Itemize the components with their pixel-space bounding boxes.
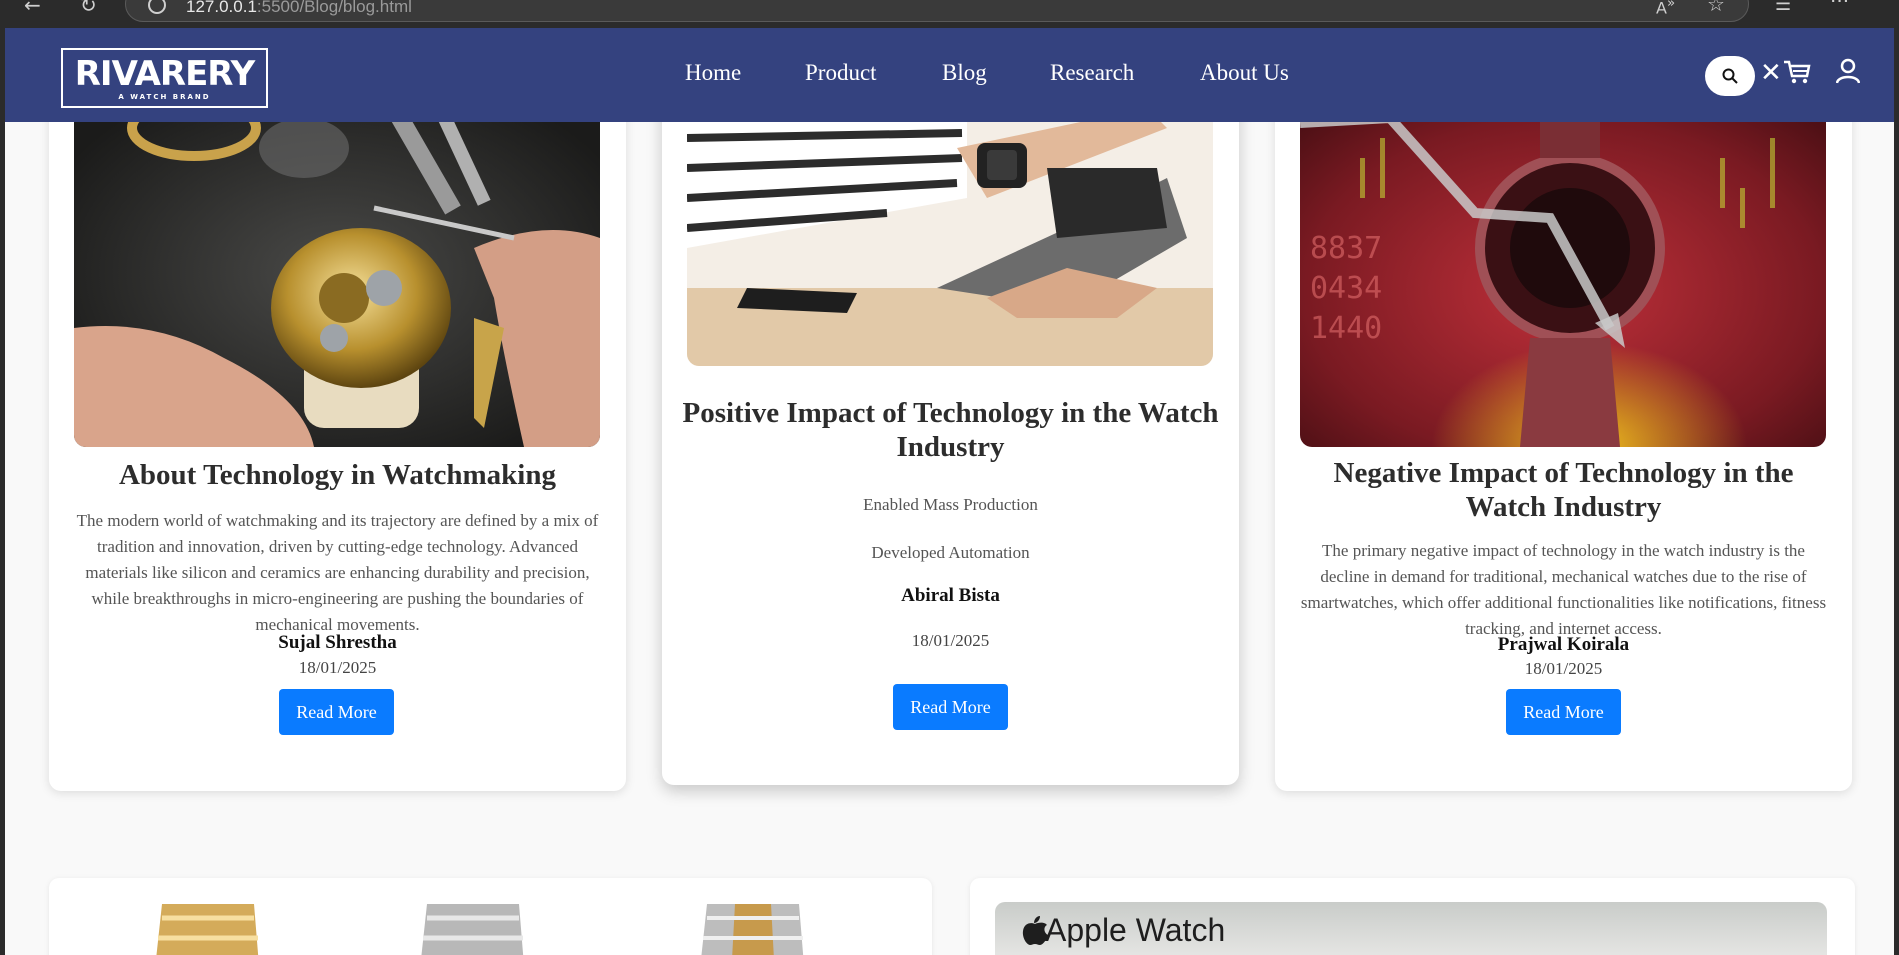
- info-icon[interactable]: [148, 0, 166, 14]
- address-bar[interactable]: 127.0.0.1:5500/Blog/blog.html A» ☆: [125, 0, 1749, 22]
- card-date: 18/01/2025: [298, 658, 377, 677]
- close-icon[interactable]: ✕: [1760, 58, 1782, 88]
- back-arrow-icon[interactable]: ←: [24, 0, 41, 15]
- favorites-icon[interactable]: ☰: [1775, 0, 1791, 14]
- svg-text:8837: 8837: [1310, 231, 1382, 266]
- nav-research[interactable]: Research: [1050, 60, 1134, 86]
- blog-card-positive-impact: Positive Impact of Technology in the Wat…: [662, 88, 1239, 785]
- blog-card-negative-impact: 8837 0434 1440 Negative Impact of Techno…: [1275, 98, 1852, 791]
- search-icon: [1722, 68, 1738, 84]
- more-menu-icon[interactable]: ···: [1830, 0, 1849, 11]
- nav-home[interactable]: Home: [685, 60, 741, 86]
- refresh-icon[interactable]: ↻: [80, 0, 97, 15]
- card-author: Prajwal Koirala: [1497, 634, 1630, 655]
- card-author: Sujal Shrestha: [278, 632, 397, 653]
- url-text: 127.0.0.1:5500/Blog/blog.html: [186, 0, 412, 16]
- cart-icon[interactable]: [1783, 59, 1811, 85]
- card-description: The primary negative impact of technolog…: [1300, 541, 1827, 638]
- card-author: Abiral Bista: [901, 585, 1000, 606]
- card-date: 18/01/2025: [911, 631, 990, 650]
- payment-watch-image: [687, 88, 1213, 366]
- star-icon[interactable]: ☆: [1707, 0, 1725, 14]
- nav-blog[interactable]: Blog: [942, 60, 987, 86]
- card-title: About Technology in Watchmaking: [118, 459, 556, 491]
- svg-text:0434: 0434: [1310, 271, 1382, 306]
- card-title: Positive Impact of Technology in the Wat…: [682, 397, 1219, 463]
- main-nav: Home Product Blog Research About Us: [5, 28, 1894, 122]
- read-more-button[interactable]: Read More: [1506, 689, 1621, 735]
- nav-product[interactable]: Product: [805, 60, 877, 86]
- svg-text:1440: 1440: [1310, 311, 1382, 346]
- watch-lineup-card: [49, 878, 932, 955]
- falling-chart-watch-image: 8837 0434 1440: [1300, 98, 1826, 447]
- read-more-button[interactable]: Read More: [893, 684, 1008, 730]
- apple-watch-banner: Apple Watch: [995, 902, 1827, 955]
- browser-toolbar: ← ↻ 127.0.0.1:5500/Blog/blog.html A» ☆ ☰…: [0, 0, 1899, 28]
- card-title: Negative Impact of Technology in the Wat…: [1333, 457, 1794, 523]
- card-point-automation: Developed Automation: [871, 543, 1030, 562]
- read-more-button[interactable]: Read More: [279, 689, 394, 735]
- watch-bands-image: [156, 904, 804, 955]
- user-icon[interactable]: [1836, 58, 1860, 84]
- watchmaking-image: [74, 98, 600, 447]
- search-button[interactable]: [1705, 56, 1755, 96]
- blog-card-technology: About Technology in Watchmaking The mode…: [49, 98, 626, 791]
- nav-about-us[interactable]: About Us: [1200, 60, 1289, 86]
- page-viewport: About Technology in Watchmaking The mode…: [5, 28, 1894, 955]
- apple-watch-title: Apple Watch: [1045, 912, 1226, 948]
- read-aloud-icon[interactable]: A»: [1656, 0, 1675, 16]
- card-date: 18/01/2025: [1524, 659, 1603, 678]
- card-point-mass-production: Enabled Mass Production: [863, 495, 1038, 514]
- card-description: The modern world of watchmaking and its …: [76, 511, 599, 634]
- site-header: RIVARERY A WATCH BRAND Home Product Blog…: [5, 28, 1894, 122]
